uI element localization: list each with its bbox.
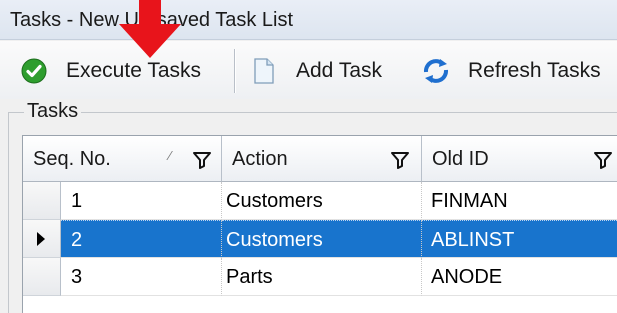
action-cell[interactable]: Customers	[222, 220, 422, 258]
document-icon	[250, 57, 278, 85]
old-id-cell[interactable]: FINMAN	[422, 182, 617, 220]
tasks-grid: Seq. No. ⁄ Action Old ID 1 Customers FIN…	[22, 135, 617, 313]
column-header-old-id[interactable]: Old ID	[422, 136, 617, 182]
tasks-group-label: Tasks	[24, 99, 82, 123]
table-row[interactable]: 1 Customers FINMAN	[23, 182, 617, 220]
sort-indicator-icon: ⁄	[169, 148, 172, 163]
seq-cell[interactable]: 1	[61, 182, 222, 220]
action-cell[interactable]: Customers	[222, 182, 422, 220]
filter-icon[interactable]	[389, 149, 411, 171]
refresh-tasks-button[interactable]: Refresh Tasks	[422, 51, 601, 91]
seq-cell[interactable]: 3	[61, 258, 222, 296]
window-title-bar: Tasks - New Un-saved Task List	[0, 0, 617, 40]
execute-tasks-button[interactable]: Execute Tasks	[20, 51, 201, 91]
refresh-icon	[422, 57, 450, 85]
filter-icon[interactable]	[191, 149, 213, 171]
table-row[interactable]: 3 Parts ANODE	[23, 258, 617, 296]
column-header-label: Seq. No.	[33, 148, 111, 170]
window-title: Tasks - New Un-saved Task List	[10, 9, 294, 31]
seq-cell[interactable]: 2	[61, 220, 222, 258]
old-id-cell[interactable]: ANODE	[422, 258, 617, 296]
add-task-button[interactable]: Add Task	[250, 51, 382, 91]
toolbar: Execute Tasks Add Task Refresh Tasks	[0, 41, 617, 99]
column-header-seq-no[interactable]: Seq. No. ⁄	[23, 136, 222, 182]
execute-tasks-label: Execute Tasks	[66, 59, 202, 82]
refresh-tasks-label: Refresh Tasks	[468, 59, 601, 82]
column-header-label: Old ID	[432, 148, 489, 170]
current-row-arrow-icon	[37, 232, 45, 246]
column-header-action[interactable]: Action	[222, 136, 422, 182]
add-task-label: Add Task	[296, 59, 382, 82]
row-header[interactable]	[23, 182, 61, 220]
filter-icon[interactable]	[592, 149, 614, 171]
column-header-label: Action	[232, 148, 288, 170]
old-id-cell[interactable]: ABLINST	[422, 220, 617, 258]
row-header[interactable]	[23, 258, 61, 296]
toolbar-separator	[234, 49, 235, 93]
check-icon	[20, 57, 48, 85]
action-cell[interactable]: Parts	[222, 258, 422, 296]
table-row[interactable]: 2 Customers ABLINST	[23, 220, 617, 258]
row-header[interactable]	[23, 220, 61, 258]
